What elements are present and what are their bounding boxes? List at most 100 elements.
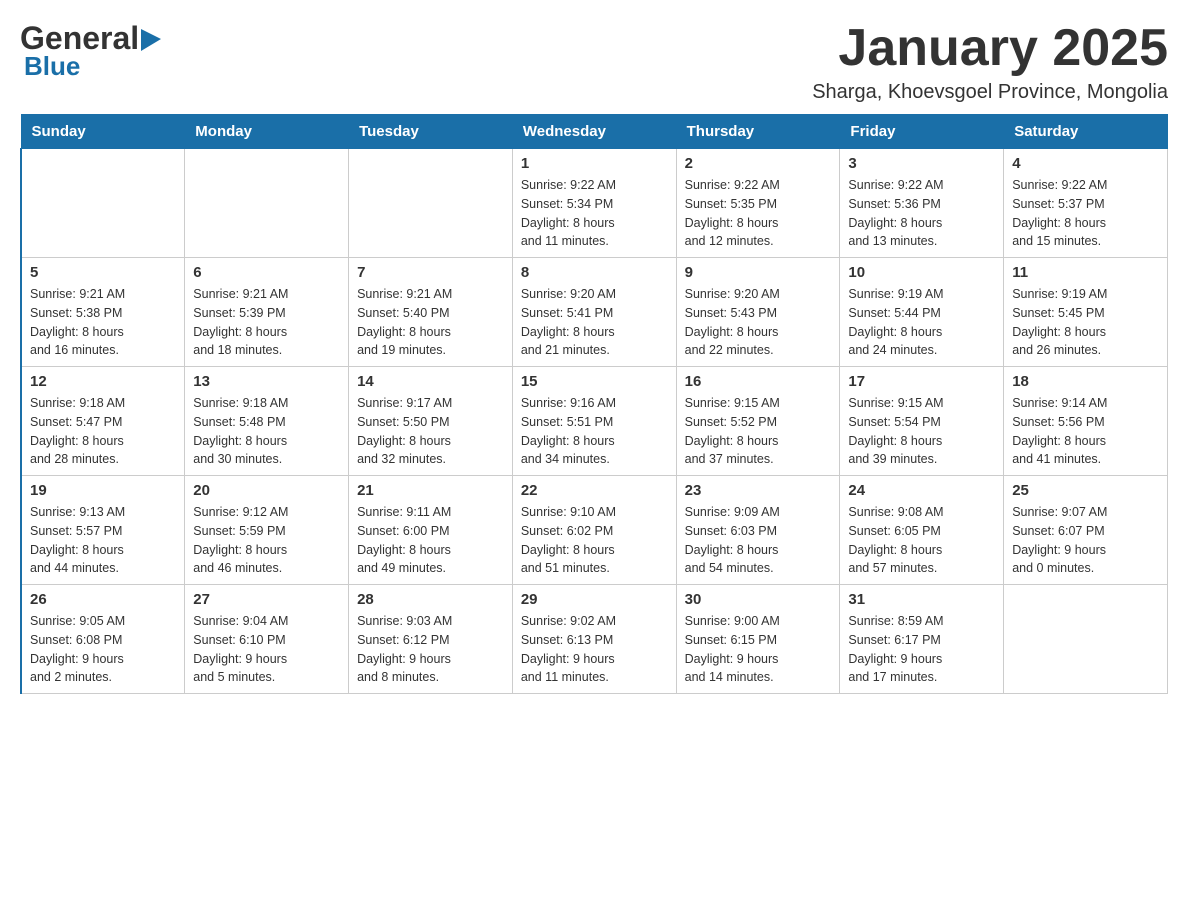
day-info: Sunrise: 9:15 AM Sunset: 5:54 PM Dayligh… — [848, 394, 995, 469]
calendar-cell: 8Sunrise: 9:20 AM Sunset: 5:41 PM Daylig… — [512, 258, 676, 367]
day-number: 21 — [357, 482, 504, 499]
page-subtitle: Sharga, Khoevsgoel Province, Mongolia — [812, 81, 1168, 104]
day-info: Sunrise: 9:21 AM Sunset: 5:39 PM Dayligh… — [193, 285, 340, 360]
day-number: 20 — [193, 482, 340, 499]
calendar-cell: 9Sunrise: 9:20 AM Sunset: 5:43 PM Daylig… — [676, 258, 840, 367]
day-info: Sunrise: 9:22 AM Sunset: 5:34 PM Dayligh… — [521, 176, 668, 251]
calendar-week-4: 19 Sunrise: 9:13 AM Sunset: 5:57 PM Dayli… — [21, 476, 1168, 585]
calendar-cell: 10 Sunrise: 9:19 AM Sunset: 5:44 PM Dayli… — [840, 258, 1004, 367]
calendar-cell: 14Sunrise: 9:17 AM Sunset: 5:50 PM Dayli… — [349, 367, 513, 476]
day-number: 4 — [1012, 155, 1159, 172]
calendar-cell: 5 Sunrise: 9:21 AM Sunset: 5:38 PM Daylig… — [21, 258, 185, 367]
calendar-week-1: 1 Sunrise: 9:22 AM Sunset: 5:34 PM Daylig… — [21, 149, 1168, 258]
day-info: Sunrise: 9:04 AM Sunset: 6:10 PM Dayligh… — [193, 612, 340, 687]
calendar-header-row: SundayMondayTuesdayWednesdayThursdayFrid… — [21, 115, 1168, 149]
calendar-cell: 6 Sunrise: 9:21 AM Sunset: 5:39 PM Daylig… — [185, 258, 349, 367]
calendar-cell: 1 Sunrise: 9:22 AM Sunset: 5:34 PM Daylig… — [512, 149, 676, 258]
page-title: January 2025 — [812, 20, 1168, 77]
calendar-cell: 27 Sunrise: 9:04 AM Sunset: 6:10 PM Dayli… — [185, 585, 349, 694]
calendar-cell — [1004, 585, 1168, 694]
day-info: Sunrise: 9:07 AM Sunset: 6:07 PM Dayligh… — [1012, 503, 1159, 578]
day-number: 19 — [30, 482, 176, 499]
day-number: 10 — [848, 264, 995, 281]
day-info: Sunrise: 9:14 AM Sunset: 5:56 PM Dayligh… — [1012, 394, 1159, 469]
day-info: Sunrise: 9:18 AM Sunset: 5:48 PM Dayligh… — [193, 394, 340, 469]
calendar-cell: 22 Sunrise: 9:10 AM Sunset: 6:02 PM Dayli… — [512, 476, 676, 585]
day-number: 2 — [685, 155, 832, 172]
calendar-cell: 7 Sunrise: 9:21 AM Sunset: 5:40 PM Daylig… — [349, 258, 513, 367]
day-info: Sunrise: 9:08 AM Sunset: 6:05 PM Dayligh… — [848, 503, 995, 578]
calendar-cell: 29 Sunrise: 9:02 AM Sunset: 6:13 PM Dayli… — [512, 585, 676, 694]
column-header-thursday: Thursday — [676, 115, 840, 149]
column-header-saturday: Saturday — [1004, 115, 1168, 149]
logo: General Blue — [20, 20, 163, 82]
calendar-cell: 4 Sunrise: 9:22 AM Sunset: 5:37 PM Daylig… — [1004, 149, 1168, 258]
day-info: Sunrise: 9:19 AM Sunset: 5:44 PM Dayligh… — [848, 285, 995, 360]
logo-arrow-icon — [141, 29, 163, 51]
calendar-cell: 26 Sunrise: 9:05 AM Sunset: 6:08 PM Dayli… — [21, 585, 185, 694]
day-number: 11 — [1012, 264, 1159, 281]
calendar-week-3: 12Sunrise: 9:18 AM Sunset: 5:47 PM Dayli… — [21, 367, 1168, 476]
day-info: Sunrise: 9:22 AM Sunset: 5:37 PM Dayligh… — [1012, 176, 1159, 251]
calendar-cell — [185, 149, 349, 258]
day-number: 31 — [848, 591, 995, 608]
day-number: 15 — [521, 373, 668, 390]
day-info: Sunrise: 9:05 AM Sunset: 6:08 PM Dayligh… — [30, 612, 176, 687]
calendar-cell: 3Sunrise: 9:22 AM Sunset: 5:36 PM Daylig… — [840, 149, 1004, 258]
column-header-tuesday: Tuesday — [349, 115, 513, 149]
day-info: Sunrise: 9:13 AM Sunset: 5:57 PM Dayligh… — [30, 503, 176, 578]
column-header-wednesday: Wednesday — [512, 115, 676, 149]
column-header-friday: Friday — [840, 115, 1004, 149]
calendar-cell: 28Sunrise: 9:03 AM Sunset: 6:12 PM Dayli… — [349, 585, 513, 694]
calendar-cell: 23Sunrise: 9:09 AM Sunset: 6:03 PM Dayli… — [676, 476, 840, 585]
calendar-cell: 25 Sunrise: 9:07 AM Sunset: 6:07 PM Dayli… — [1004, 476, 1168, 585]
calendar-cell: 20 Sunrise: 9:12 AM Sunset: 5:59 PM Dayli… — [185, 476, 349, 585]
calendar-table: SundayMondayTuesdayWednesdayThursdayFrid… — [20, 114, 1168, 694]
day-number: 12 — [30, 373, 176, 390]
calendar-cell: 17Sunrise: 9:15 AM Sunset: 5:54 PM Dayli… — [840, 367, 1004, 476]
day-info: Sunrise: 9:21 AM Sunset: 5:38 PM Dayligh… — [30, 285, 176, 360]
calendar-cell: 12Sunrise: 9:18 AM Sunset: 5:47 PM Dayli… — [21, 367, 185, 476]
day-number: 16 — [685, 373, 832, 390]
day-number: 6 — [193, 264, 340, 281]
calendar-cell: 18 Sunrise: 9:14 AM Sunset: 5:56 PM Dayli… — [1004, 367, 1168, 476]
column-header-sunday: Sunday — [21, 115, 185, 149]
calendar-cell: 13Sunrise: 9:18 AM Sunset: 5:48 PM Dayli… — [185, 367, 349, 476]
calendar-cell: 19 Sunrise: 9:13 AM Sunset: 5:57 PM Dayli… — [21, 476, 185, 585]
day-number: 26 — [30, 591, 176, 608]
day-number: 18 — [1012, 373, 1159, 390]
calendar-cell: 30 Sunrise: 9:00 AM Sunset: 6:15 PM Dayli… — [676, 585, 840, 694]
day-number: 25 — [1012, 482, 1159, 499]
day-info: Sunrise: 9:12 AM Sunset: 5:59 PM Dayligh… — [193, 503, 340, 578]
day-number: 23 — [685, 482, 832, 499]
calendar-cell: 31Sunrise: 8:59 AM Sunset: 6:17 PM Dayli… — [840, 585, 1004, 694]
day-info: Sunrise: 9:00 AM Sunset: 6:15 PM Dayligh… — [685, 612, 832, 687]
day-info: Sunrise: 9:21 AM Sunset: 5:40 PM Dayligh… — [357, 285, 504, 360]
day-number: 22 — [521, 482, 668, 499]
day-number: 3 — [848, 155, 995, 172]
column-header-monday: Monday — [185, 115, 349, 149]
day-number: 5 — [30, 264, 176, 281]
day-info: Sunrise: 9:03 AM Sunset: 6:12 PM Dayligh… — [357, 612, 504, 687]
calendar-cell — [21, 149, 185, 258]
day-number: 1 — [521, 155, 668, 172]
day-number: 24 — [848, 482, 995, 499]
logo-blue-text: Blue — [24, 51, 80, 82]
day-info: Sunrise: 9:15 AM Sunset: 5:52 PM Dayligh… — [685, 394, 832, 469]
day-number: 29 — [521, 591, 668, 608]
day-info: Sunrise: 9:16 AM Sunset: 5:51 PM Dayligh… — [521, 394, 668, 469]
day-number: 8 — [521, 264, 668, 281]
day-info: Sunrise: 9:10 AM Sunset: 6:02 PM Dayligh… — [521, 503, 668, 578]
day-info: Sunrise: 9:17 AM Sunset: 5:50 PM Dayligh… — [357, 394, 504, 469]
day-info: Sunrise: 9:20 AM Sunset: 5:43 PM Dayligh… — [685, 285, 832, 360]
day-info: Sunrise: 9:02 AM Sunset: 6:13 PM Dayligh… — [521, 612, 668, 687]
day-info: Sunrise: 9:22 AM Sunset: 5:35 PM Dayligh… — [685, 176, 832, 251]
day-number: 27 — [193, 591, 340, 608]
calendar-week-5: 26 Sunrise: 9:05 AM Sunset: 6:08 PM Dayli… — [21, 585, 1168, 694]
day-info: Sunrise: 9:11 AM Sunset: 6:00 PM Dayligh… — [357, 503, 504, 578]
day-number: 7 — [357, 264, 504, 281]
day-info: Sunrise: 9:19 AM Sunset: 5:45 PM Dayligh… — [1012, 285, 1159, 360]
page-header: General Blue January 2025 Sharga, Khoevs… — [20, 20, 1168, 104]
day-number: 30 — [685, 591, 832, 608]
calendar-cell: 24 Sunrise: 9:08 AM Sunset: 6:05 PM Dayli… — [840, 476, 1004, 585]
